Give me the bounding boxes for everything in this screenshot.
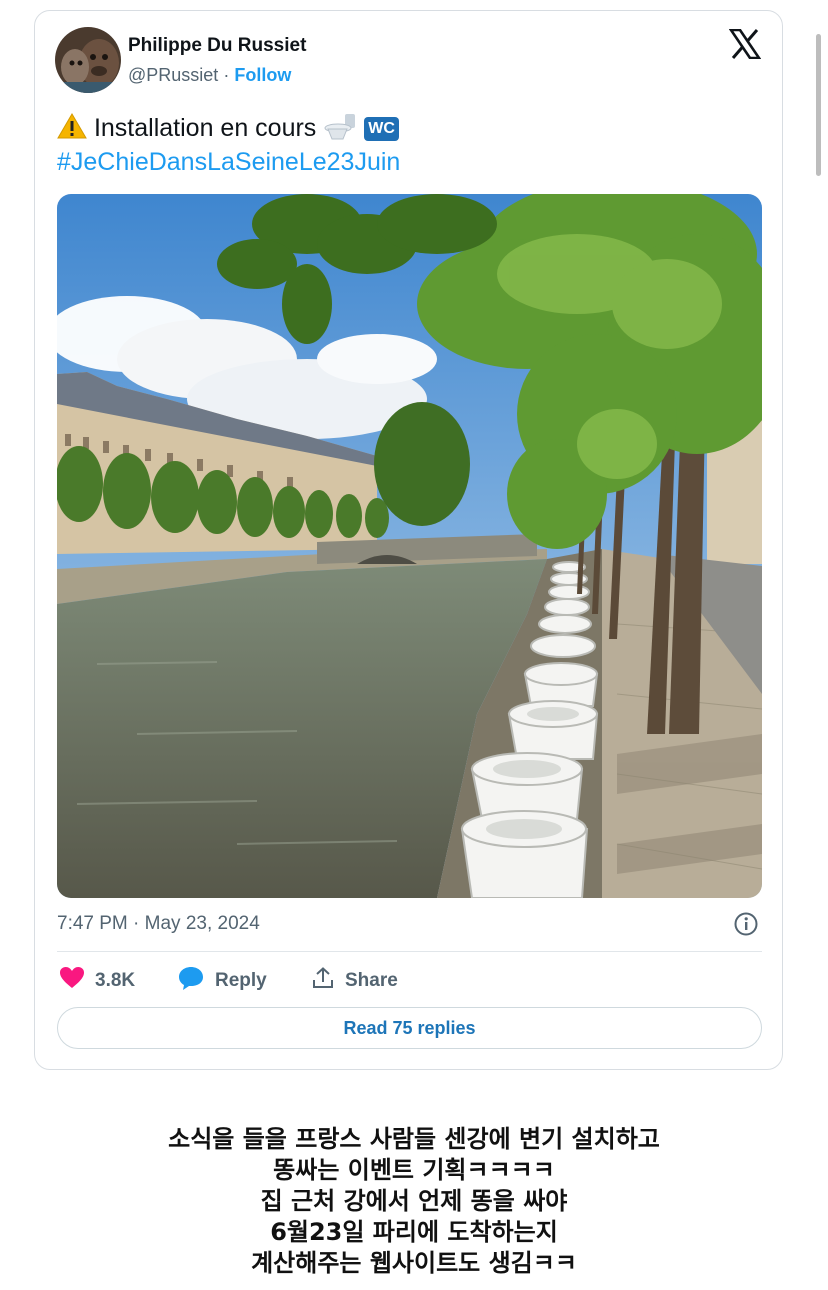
warning-icon [57,113,94,142]
like-button[interactable]: 3.8K [59,963,135,999]
separator: · [223,65,230,85]
x-logo-icon[interactable] [728,28,762,60]
wc-badge: WC [364,117,399,141]
heart-icon [59,966,85,996]
scrollbar[interactable] [816,34,821,176]
tweet-card: Philippe Du Russiet @PRussiet · Follow I… [34,10,783,1070]
caption-line: 계산해주는 웹사이트도 생김ㅋㅋ [251,1249,577,1277]
tweet-timestamp[interactable]: 7:47 PM · May 23, 2024 [57,913,260,935]
info-icon[interactable] [733,911,759,937]
author-name[interactable]: Philippe Du Russiet [128,35,306,57]
author-handle[interactable]: @PRussiet [128,65,218,85]
follow-link[interactable]: Follow [234,65,291,85]
reply-bubble-icon [177,965,205,997]
reply-button[interactable]: Reply [177,963,267,999]
caption-line: 집 근처 강에서 언제 똥을 싸야 [260,1187,568,1215]
caption-line: 소식을 들을 프랑스 사람들 센강에 변기 설치하고 [168,1125,660,1153]
korean-caption: 소식을 들을 프랑스 사람들 센강에 변기 설치하고 똥싸는 이벤트 기획ㅋㅋㅋ… [0,1124,828,1279]
share-button[interactable]: Share [311,963,398,999]
tweet-body: Installation en cours [93,114,317,142]
reply-label: Reply [215,970,267,991]
read-replies-button[interactable]: Read 75 replies [57,1007,762,1049]
toilet-icon [323,114,364,142]
tweet-photo[interactable] [57,194,762,898]
share-label: Share [345,970,398,991]
handle-line: @PRussiet · Follow [128,65,291,86]
hashtag-link[interactable]: #JeChieDansLaSeineLe23Juin [57,145,400,179]
caption-line: 똥싸는 이벤트 기획ㅋㅋㅋㅋ [273,1156,555,1184]
like-count: 3.8K [95,970,136,991]
avatar[interactable] [55,27,121,93]
divider [57,951,762,952]
tweet-text: Installation en cours WC #JeChieDansLaSe… [57,111,400,179]
caption-line: 6월23일 파리에 도착하는지 [270,1218,558,1246]
share-icon [311,966,335,996]
